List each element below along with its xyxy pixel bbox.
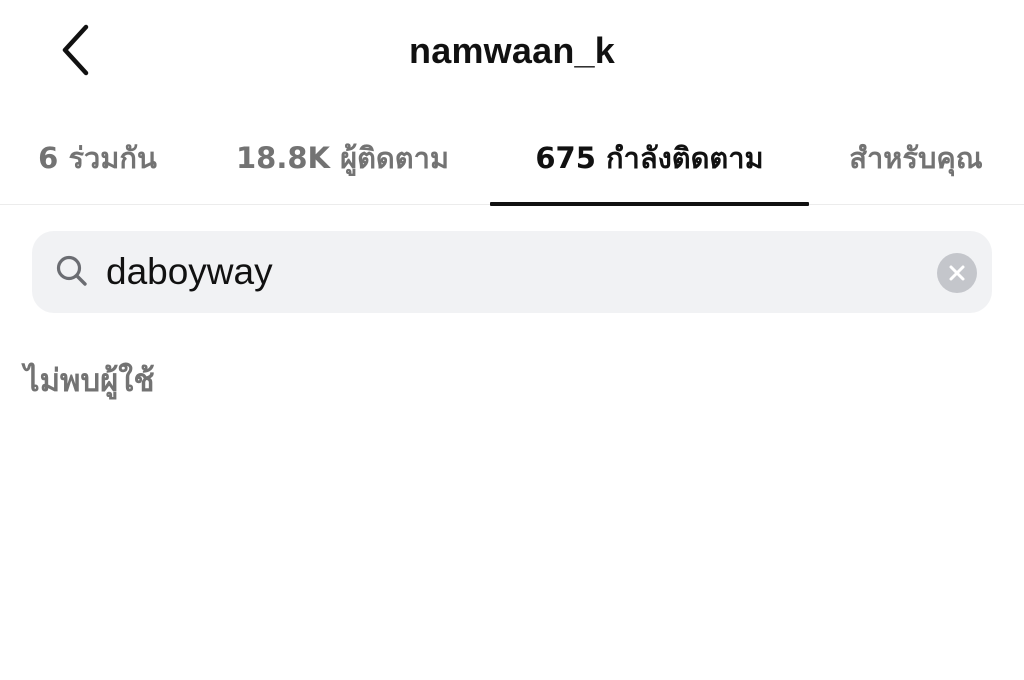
- no-results-message: ไม่พบผู้ใช้: [24, 363, 155, 399]
- header: namwaan_k: [0, 0, 1024, 110]
- tab-label: 6 ร่วมกัน: [38, 140, 157, 175]
- following-list-screen: namwaan_k 6 ร่วมกัน 18.8K ผู้ติดตาม 675 …: [0, 0, 1024, 680]
- close-icon: [949, 265, 965, 281]
- tab-label: 18.8K ผู้ติดตาม: [235, 140, 449, 175]
- tab-mutual[interactable]: 6 ร่วมกัน: [0, 110, 195, 205]
- tab-label: 675 กำลังติดตาม: [535, 140, 764, 175]
- tab-following[interactable]: 675 กำลังติดตาม: [490, 110, 809, 206]
- tab-bar: 6 ร่วมกัน 18.8K ผู้ติดตาม 675 กำลังติดตา…: [0, 110, 1024, 206]
- tab-for-you[interactable]: สำหรับคุณ: [830, 110, 1002, 205]
- tab-followers[interactable]: 18.8K ผู้ติดตาม: [215, 110, 470, 205]
- search-bar[interactable]: [32, 231, 992, 313]
- search-input[interactable]: [106, 245, 926, 299]
- page-title: namwaan_k: [409, 30, 615, 71]
- tab-label: สำหรับคุณ: [849, 140, 983, 175]
- clear-search-button[interactable]: [937, 253, 977, 293]
- search-icon: [52, 251, 92, 291]
- active-tab-indicator: [490, 202, 809, 206]
